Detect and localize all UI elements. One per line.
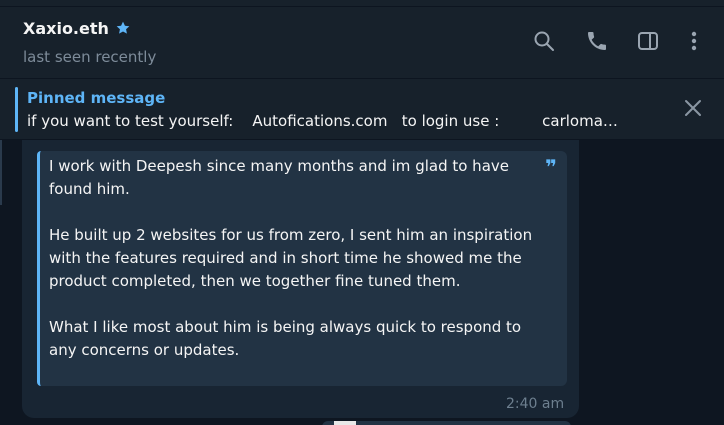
sidebar-toggle-button[interactable] bbox=[634, 29, 662, 57]
pinned-accent-bar bbox=[15, 87, 18, 132]
search-button[interactable] bbox=[530, 29, 558, 57]
more-vertical-icon bbox=[682, 29, 706, 57]
star-icon bbox=[115, 20, 131, 41]
next-message-thumbnail[interactable] bbox=[334, 421, 356, 425]
quote-paragraph: What I like most about him is being alwa… bbox=[49, 318, 522, 359]
quote-text: I work with Deepesh since many months an… bbox=[49, 155, 537, 362]
scroll-edge bbox=[0, 140, 2, 205]
message-time: 2:40 am bbox=[506, 396, 565, 412]
pinned-text: if you want to test yourself: Autoficati… bbox=[27, 112, 618, 130]
pinned-message-bar[interactable]: Pinned message if you want to test yours… bbox=[0, 78, 724, 140]
quote-paragraph: He built up 2 websites for us from zero,… bbox=[49, 226, 533, 290]
quote-icon: ❞ bbox=[545, 155, 557, 179]
contact-name[interactable]: Xaxio.eth bbox=[23, 19, 109, 38]
close-icon bbox=[684, 99, 702, 121]
search-icon bbox=[532, 29, 556, 57]
phone-icon bbox=[585, 29, 609, 57]
contact-name-row[interactable]: Xaxio.eth bbox=[23, 19, 131, 41]
next-message-bubble[interactable] bbox=[322, 421, 571, 425]
contact-status: last seen recently bbox=[23, 48, 157, 66]
pinned-title: Pinned message bbox=[27, 89, 166, 107]
call-button[interactable] bbox=[583, 29, 611, 57]
quote-block: I work with Deepesh since many months an… bbox=[37, 151, 567, 386]
quote-paragraph: I work with Deepesh since many months an… bbox=[49, 157, 509, 198]
sidebar-toggle-icon bbox=[636, 29, 660, 57]
chat-window: Xaxio.eth last seen recently Pinned mess… bbox=[0, 0, 724, 425]
chat-header[interactable]: Xaxio.eth last seen recently bbox=[0, 6, 724, 78]
more-button[interactable] bbox=[680, 29, 708, 57]
pinned-close-button[interactable] bbox=[682, 99, 704, 121]
